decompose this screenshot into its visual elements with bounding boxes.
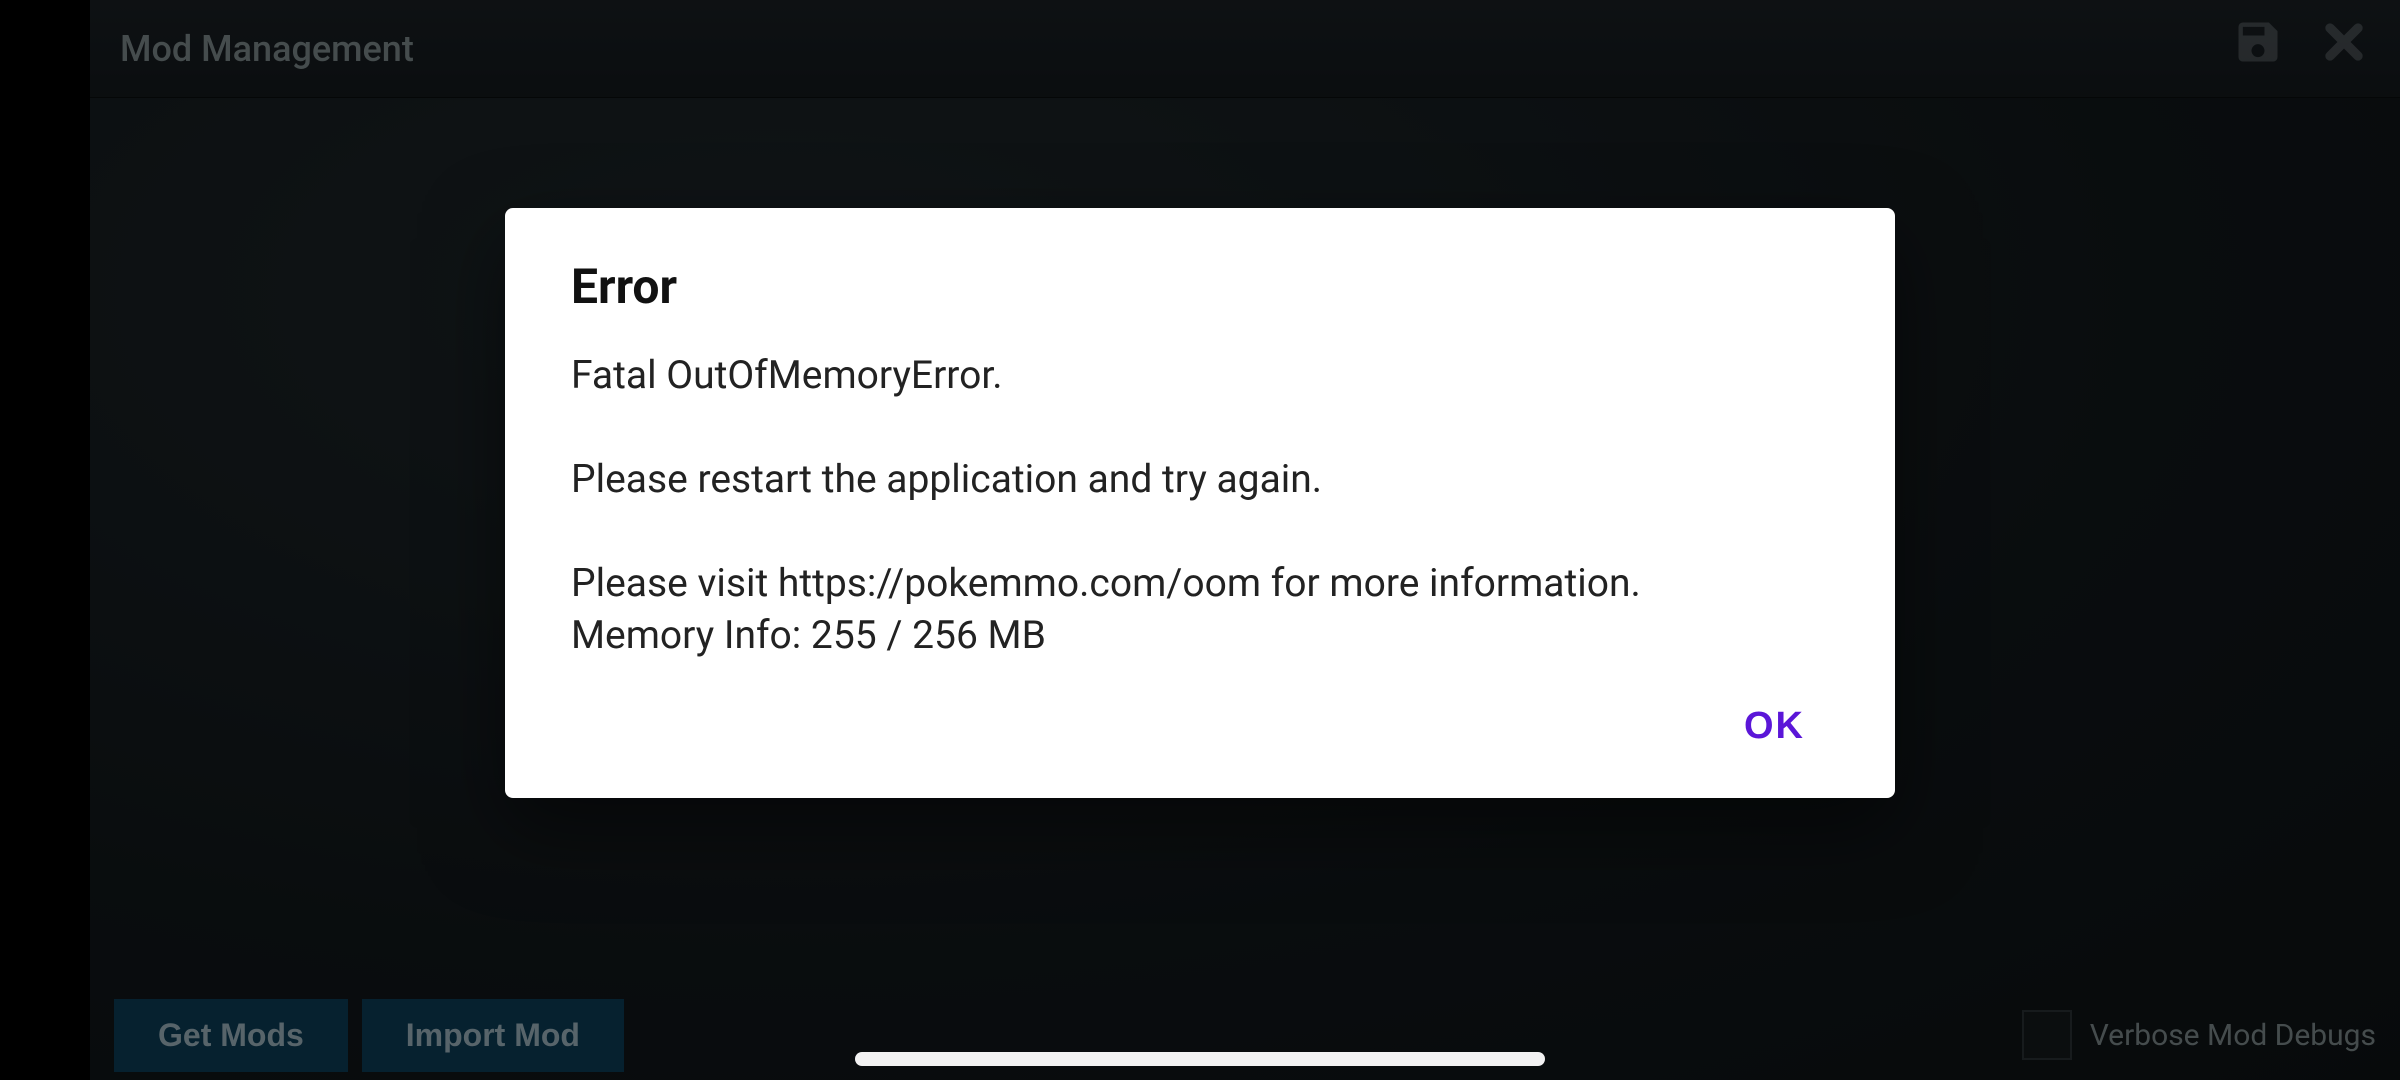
home-indicator[interactable]: [855, 1052, 1545, 1066]
error-dialog: Error Fatal OutOfMemoryError. Please res…: [505, 208, 1895, 798]
dialog-body: Fatal OutOfMemoryError. Please restart t…: [571, 349, 1829, 661]
ok-button[interactable]: OK: [1720, 697, 1829, 756]
dialog-title: Error: [571, 258, 1829, 315]
modal-overlay: Error Fatal OutOfMemoryError. Please res…: [0, 0, 2400, 1080]
